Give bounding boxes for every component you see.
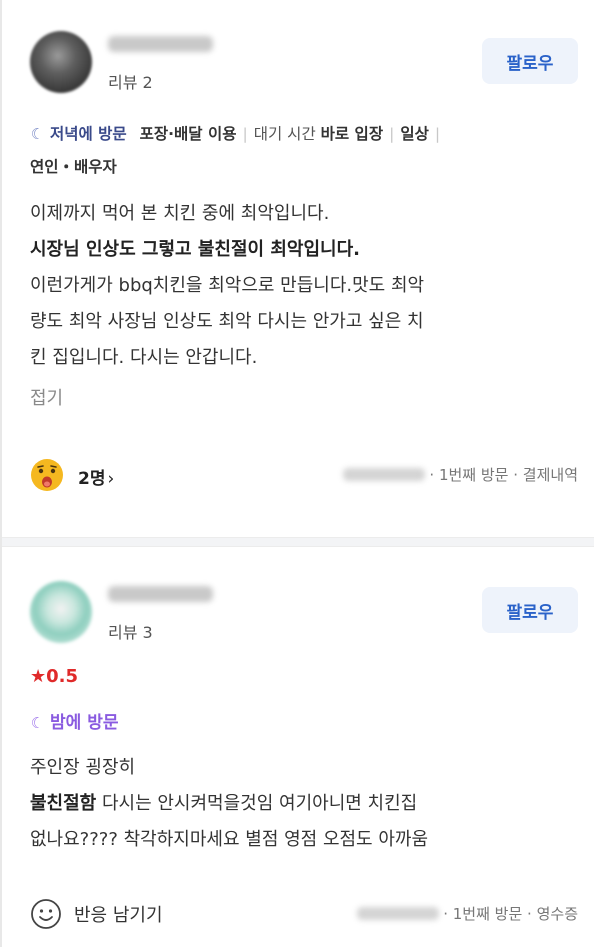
review-line: 킨 집입니다. 다시는 안갑니다.	[30, 347, 258, 368]
review-line-rest: 다시는 안시켜먹을것임 여기아니면 치킨집	[96, 793, 418, 814]
tag-service: 포장·배달 이용	[139, 125, 237, 143]
tag-separator: |	[434, 125, 441, 143]
tag-wait-label: 대기 시간	[253, 125, 316, 143]
review-line: 없나요???? 착각하지마세요 별점 영점 오점도 아까움	[30, 829, 429, 850]
meta-dot: ·	[508, 465, 523, 484]
meta-dot: ·	[443, 904, 453, 923]
fold-button[interactable]: 접기	[30, 384, 63, 410]
tag-separator: |	[389, 125, 395, 143]
review-line: 불친절함 다시는 안시켜먹을것임 여기아니면 치킨집	[30, 786, 575, 822]
visit-meta: · 1번째 방문 · 영수증	[357, 903, 578, 924]
review-footer: 반응 남기기 · 1번째 방문 · 영수증	[30, 895, 578, 935]
review-line: 이런가게가 bbq치킨을 최악으로 만듭니다.맛도 최악	[30, 275, 425, 296]
follow-button[interactable]: 팔로우	[482, 587, 578, 633]
moon-icon: ☾	[30, 125, 45, 143]
review-footer: 2명 › · 1번째 방문 · 결제내역	[30, 456, 578, 496]
tag-visit-time: 저녁에 방문	[50, 125, 127, 143]
visit-order: 1번째 방문	[452, 905, 523, 923]
review-count: 리뷰 2	[108, 73, 153, 92]
rating-value: 0.5	[46, 666, 79, 687]
visit-date-blurred	[343, 468, 426, 481]
reaction-count[interactable]: 2명 ›	[78, 464, 114, 489]
verification-label[interactable]: 결제내역	[523, 464, 578, 485]
review-text: 이제까지 먹어 본 치킨 중에 최악입니다. 시장님 인상도 그렇고 불친절이 …	[30, 196, 575, 376]
visit-tags: ☾ 저녁에 방문 포장·배달 이용 | 대기 시간 바로 입장 | 일상 | 연인・배우자	[30, 118, 580, 184]
worried-emoji-icon	[31, 459, 63, 491]
tag-wait-value: 바로 입장	[320, 125, 384, 143]
meta-dot: ·	[429, 465, 439, 484]
review-line: 이제까지 먹어 본 치킨 중에 최악입니다.	[30, 203, 330, 224]
review-divider	[2, 537, 594, 547]
review-line-bold: 시장님 인상도 그렇고 불친절이 최악입니다.	[30, 239, 360, 260]
react-button[interactable]: 반응 남기기	[30, 897, 163, 931]
verification-label[interactable]: 영수증	[537, 903, 578, 924]
visit-meta: · 1번째 방문 · 결제내역	[343, 464, 578, 485]
tag-visit-time: 밤에 방문	[50, 713, 119, 733]
review-card: 리뷰 3 팔로우 ★0.5 ☾ 밤에 방문 주인장 굉장히 불친절함 다시는 안시…	[0, 547, 594, 947]
nickname-blurred[interactable]	[108, 36, 213, 52]
smile-icon	[31, 899, 61, 929]
review-line: 량도 최악 사장님 인상도 최악 다시는 안가고 싶은 치	[30, 311, 424, 332]
review-keyword-bold: 불친절함	[30, 793, 97, 814]
avatar[interactable]	[30, 581, 92, 643]
visit-date-blurred	[357, 907, 440, 920]
tag-separator: |	[242, 125, 248, 143]
tag-purpose: 일상	[400, 125, 429, 143]
review-line: 주인장 굉장히	[30, 757, 136, 778]
moon-icon: ☾	[30, 714, 45, 732]
review-card: 리뷰 2 팔로우 ☾ 저녁에 방문 포장·배달 이용 | 대기 시간 바로 입장 | 일상…	[0, 0, 594, 540]
review-count: 리뷰 3	[108, 623, 153, 642]
avatar[interactable]	[30, 31, 92, 93]
meta-dot: ·	[522, 904, 537, 923]
visit-tag: ☾ 밤에 방문	[30, 708, 119, 733]
nickname-blurred[interactable]	[108, 586, 213, 602]
chevron-right-icon: ›	[107, 469, 115, 489]
tag-companion: 연인・배우자	[30, 158, 117, 176]
react-button-label: 반응 남기기	[74, 905, 163, 926]
star-icon: ★	[30, 666, 47, 687]
rating: ★0.5	[30, 666, 78, 687]
review-text: 주인장 굉장히 불친절함 다시는 안시켜먹을것임 여기아니면 치킨집 없나요??…	[30, 750, 575, 858]
follow-button[interactable]: 팔로우	[482, 38, 578, 84]
visit-order: 1번째 방문	[438, 466, 509, 484]
